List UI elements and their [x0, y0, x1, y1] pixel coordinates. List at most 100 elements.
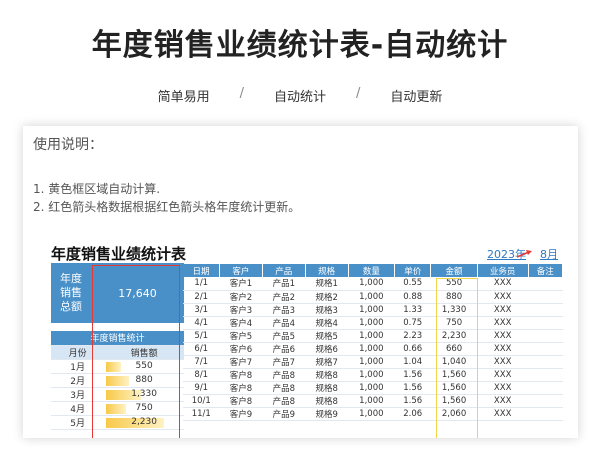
- table-row: 7/1 客户7 产品7 规格7 1,000 1.04 1,040 XXX: [183, 355, 563, 369]
- cell-col-price[interactable]: 0.66: [394, 342, 431, 356]
- cell-col-remark[interactable]: [528, 303, 563, 317]
- cell-col-price[interactable]: 2.06: [394, 407, 431, 421]
- cell-col-remark[interactable]: [528, 290, 563, 304]
- cell-col-remark[interactable]: [528, 355, 563, 369]
- cell-col-customer[interactable]: 客户4: [219, 316, 263, 330]
- instruction-line-1: 1. 黄色框区域自动计算.: [33, 182, 161, 196]
- cell-col-salesperson[interactable]: XXX: [477, 394, 529, 408]
- cell-col-customer[interactable]: 客户6: [219, 342, 263, 356]
- cell-col-product[interactable]: 产品6: [262, 342, 306, 356]
- cell-col-customer[interactable]: 客户2: [219, 290, 263, 304]
- cell-col-product[interactable]: 产品3: [262, 303, 306, 317]
- cell-col-price[interactable]: 1.56: [394, 368, 431, 382]
- cell-col-remark[interactable]: [528, 316, 563, 330]
- cell-col-qty[interactable]: 1,000: [348, 381, 395, 395]
- cell-col-customer[interactable]: 客户8: [219, 368, 263, 382]
- cell-col-price[interactable]: 1.04: [394, 355, 431, 369]
- cell-col-qty[interactable]: 1,000: [348, 407, 395, 421]
- cell-col-salesperson[interactable]: XXX: [477, 329, 529, 343]
- cell-col-remark[interactable]: [528, 407, 563, 421]
- cell-col-date[interactable]: 6/1: [183, 342, 220, 356]
- table-row: 4/1 客户4 产品4 规格4 1,000 0.75 750 XXX: [183, 316, 563, 330]
- cell-col-salesperson[interactable]: XXX: [477, 381, 529, 395]
- cell-col-product[interactable]: 产品5: [262, 329, 306, 343]
- cell-col-product[interactable]: 产品8: [262, 368, 306, 382]
- cell-col-date[interactable]: 8/1: [183, 368, 220, 382]
- cell-col-qty[interactable]: 1,000: [348, 342, 395, 356]
- cell-col-date[interactable]: 10/1: [183, 394, 220, 408]
- cell-col-salesperson[interactable]: XXX: [477, 303, 529, 317]
- cell-col-spec[interactable]: 规格8: [305, 394, 349, 408]
- cell-col-remark[interactable]: [528, 329, 563, 343]
- cell-col-spec[interactable]: 规格1: [305, 277, 349, 291]
- cell-col-date[interactable]: 2/1: [183, 290, 220, 304]
- instructions-title: 使用说明：: [33, 137, 103, 153]
- cell-col-price[interactable]: 1.56: [394, 394, 431, 408]
- cell-col-spec[interactable]: 规格4: [305, 316, 349, 330]
- header-col-date: 日期: [183, 264, 220, 277]
- cell-col-salesperson[interactable]: XXX: [477, 368, 529, 382]
- cell-col-spec[interactable]: 规格7: [305, 355, 349, 369]
- cell-col-qty[interactable]: 1,000: [348, 329, 395, 343]
- cell-col-qty[interactable]: 1,000: [348, 290, 395, 304]
- cell-col-customer[interactable]: 客户5: [219, 329, 263, 343]
- cell-col-spec[interactable]: 规格2: [305, 290, 349, 304]
- cell-col-spec[interactable]: 规格8: [305, 368, 349, 382]
- cell-col-price[interactable]: 0.75: [394, 316, 431, 330]
- cell-col-customer[interactable]: 客户9: [219, 407, 263, 421]
- cell-col-customer[interactable]: 客户8: [219, 381, 263, 395]
- cell-col-product[interactable]: 产品8: [262, 381, 306, 395]
- cell-col-date[interactable]: 11/1: [183, 407, 220, 421]
- cell-col-product[interactable]: 产品2: [262, 290, 306, 304]
- cell-col-qty[interactable]: 1,000: [348, 394, 395, 408]
- header-col-spec: 规格: [305, 264, 349, 277]
- tag-auto-update: 自动更新: [390, 90, 443, 105]
- cell-col-product[interactable]: 产品9: [262, 407, 306, 421]
- cell-col-spec[interactable]: 规格5: [305, 329, 349, 343]
- cell-col-spec[interactable]: 规格8: [305, 381, 349, 395]
- cell-col-date[interactable]: 9/1: [183, 381, 220, 395]
- cell-col-salesperson[interactable]: XXX: [477, 355, 529, 369]
- cell-col-salesperson[interactable]: XXX: [477, 290, 529, 304]
- cell-col-remark[interactable]: [528, 342, 563, 356]
- cell-col-remark[interactable]: [528, 368, 563, 382]
- cell-col-product[interactable]: 产品1: [262, 277, 306, 291]
- page-title: 年度销售业绩统计表-自动统计: [91, 28, 509, 63]
- cell-col-customer[interactable]: 客户8: [219, 394, 263, 408]
- cell-col-product[interactable]: 产品7: [262, 355, 306, 369]
- cell-col-qty[interactable]: 1,000: [348, 368, 395, 382]
- cell-col-spec[interactable]: 规格9: [305, 407, 349, 421]
- cell-col-spec[interactable]: 规格6: [305, 342, 349, 356]
- cell-col-qty[interactable]: 1,000: [348, 303, 395, 317]
- cell-col-price[interactable]: 1.33: [394, 303, 431, 317]
- cell-col-date[interactable]: 4/1: [183, 316, 220, 330]
- cell-col-customer[interactable]: 客户1: [219, 277, 263, 291]
- cell-col-remark[interactable]: [528, 381, 563, 395]
- cell-col-date[interactable]: 7/1: [183, 355, 220, 369]
- cell-col-salesperson[interactable]: XXX: [477, 342, 529, 356]
- cell-col-price[interactable]: 0.55: [394, 277, 431, 291]
- cell-col-spec[interactable]: 规格3: [305, 303, 349, 317]
- cell-col-remark[interactable]: [528, 277, 563, 291]
- cell-col-price[interactable]: 1.56: [394, 381, 431, 395]
- cell-col-date[interactable]: 5/1: [183, 329, 220, 343]
- header-col-salesperson: 业务员: [477, 264, 529, 277]
- cell-col-salesperson[interactable]: XXX: [477, 316, 529, 330]
- cell-col-salesperson[interactable]: XXX: [477, 277, 529, 291]
- header-col-qty: 数量: [348, 264, 396, 277]
- cell-col-qty[interactable]: 1,000: [348, 355, 395, 369]
- cell-col-customer[interactable]: 客户3: [219, 303, 263, 317]
- cell-col-remark[interactable]: [528, 394, 563, 408]
- cell-col-product[interactable]: 产品8: [262, 394, 306, 408]
- month-cell[interactable]: 8月: [540, 248, 558, 261]
- red-arrow-icon: [516, 250, 532, 258]
- cell-col-salesperson[interactable]: XXX: [477, 407, 529, 421]
- cell-col-customer[interactable]: 客户7: [219, 355, 263, 369]
- cell-col-qty[interactable]: 1,000: [348, 277, 395, 291]
- cell-col-product[interactable]: 产品4: [262, 316, 306, 330]
- cell-col-date[interactable]: 1/1: [183, 277, 220, 291]
- cell-col-price[interactable]: 0.88: [394, 290, 431, 304]
- cell-col-date[interactable]: 3/1: [183, 303, 220, 317]
- cell-col-price[interactable]: 2.23: [394, 329, 431, 343]
- cell-col-qty[interactable]: 1,000: [348, 316, 395, 330]
